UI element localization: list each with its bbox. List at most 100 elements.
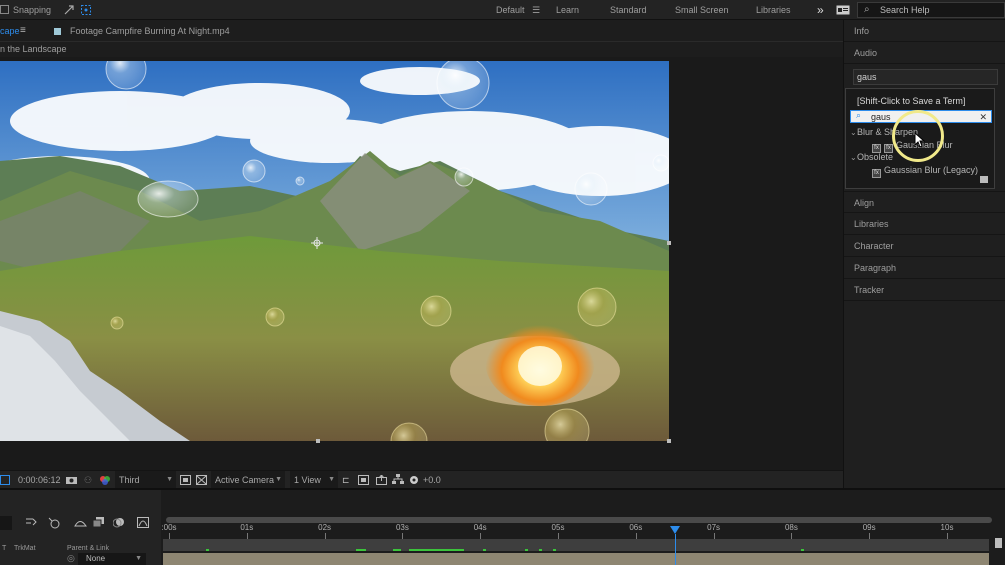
keyframe-marker[interactable]: [539, 549, 542, 551]
keyframe-marker[interactable]: [206, 549, 209, 551]
workspace-default[interactable]: Default: [496, 0, 525, 20]
effects-popup-search-value: gaus: [871, 112, 891, 122]
snapping-checkbox[interactable]: [0, 5, 9, 14]
time-ruler-label: 02s: [318, 523, 332, 532]
timeline-end-handle[interactable]: [995, 538, 1002, 548]
time-ruler-label: 07s: [707, 523, 721, 532]
parent-pickwhip-icon[interactable]: ◎: [67, 553, 75, 564]
layer-track[interactable]: [163, 553, 989, 565]
breadcrumb[interactable]: n the Landscape: [0, 42, 67, 57]
panel-info[interactable]: Info: [844, 20, 1005, 42]
effect-group-label: Obsolete: [857, 152, 894, 162]
frame-handle-right[interactable]: [667, 241, 671, 245]
workspace-standard[interactable]: Standard: [610, 0, 647, 20]
keyframe-marker[interactable]: [409, 549, 464, 551]
shy-layers-icon[interactable]: [74, 517, 87, 531]
tab-menu-icon[interactable]: ≡: [20, 20, 26, 42]
workspace-libraries[interactable]: Libraries: [756, 0, 791, 20]
search-help-label: Search Help: [880, 5, 930, 15]
workspace-small-screen[interactable]: Small Screen: [675, 0, 729, 20]
snap-target-icon[interactable]: [80, 0, 92, 20]
effect-group-obsolete[interactable]: ⌄Obsolete: [850, 151, 893, 164]
time-ruler[interactable]: :00s 01s 02s 03s 04s 05s 06s 07s 08s 09s 10s: [161, 523, 1005, 539]
toggle-pixel-aspect-icon[interactable]: ⊏: [342, 471, 350, 489]
resolution-value: Third: [119, 475, 140, 485]
camera-value: Active Camera: [215, 475, 275, 485]
chevron-down-icon: ⌄: [850, 153, 857, 162]
time-ruler-label: 06s: [629, 523, 643, 532]
effects-presets-search-field[interactable]: gaus: [853, 69, 998, 85]
fast-draft-icon[interactable]: [358, 471, 369, 489]
search-icon: ⌕: [856, 110, 862, 120]
panel-audio[interactable]: Audio: [844, 42, 1005, 64]
current-time-line: [674, 534, 676, 565]
effect-icon: fx: [872, 169, 881, 178]
panel-align[interactable]: Align: [844, 191, 1005, 213]
keyframe-marker[interactable]: [525, 549, 528, 551]
time-ruler-label: 08s: [784, 523, 798, 532]
chevron-down-icon: ⌄: [850, 128, 857, 137]
region-of-interest-icon[interactable]: [180, 471, 191, 489]
chevron-down-icon: ▼: [328, 476, 335, 483]
clear-search-icon[interactable]: ✕: [979, 111, 987, 123]
fast-preview-icon[interactable]: [0, 475, 10, 485]
keyframe-marker[interactable]: [393, 549, 401, 551]
save-term-hint: [Shift-Click to Save a Term]: [857, 96, 966, 106]
timeline-search-field[interactable]: [0, 516, 12, 530]
column-trkmat: TrkMat: [14, 545, 36, 552]
composition-tab-row: cape ≡ Footage Campfire Burning At Night…: [0, 20, 843, 42]
camera-dropdown[interactable]: Active Camera ▼: [211, 471, 285, 489]
time-ruler-label: 03s: [395, 523, 409, 532]
timeline-layer-controls: T TrkMat Parent & Link ◎ None ▼: [0, 490, 161, 565]
panel-tracker[interactable]: Tracker: [844, 279, 1005, 301]
keyframe-marker[interactable]: [553, 549, 556, 551]
keyframe-marker[interactable]: [483, 549, 486, 551]
frame-handle-bottom[interactable]: [316, 439, 320, 443]
panel-toggle-icon[interactable]: [836, 0, 850, 20]
snapshot-icon[interactable]: [65, 471, 78, 489]
parent-dropdown[interactable]: None ▼: [78, 553, 146, 565]
search-icon: ⌕: [864, 4, 870, 15]
export-frame-icon[interactable]: [376, 471, 387, 489]
color-channels-icon[interactable]: [99, 471, 111, 489]
snapping-label: Snapping: [13, 5, 52, 15]
flowchart-icon[interactable]: [392, 471, 404, 489]
workspace-learn[interactable]: Learn: [556, 0, 579, 20]
timecode-display[interactable]: 0:00:06:12: [18, 471, 61, 489]
search-help-field[interactable]: ⌕ Search Help: [857, 2, 1005, 18]
layer-track[interactable]: [163, 539, 989, 551]
composition-frame[interactable]: [0, 61, 669, 441]
draft-3d-icon[interactable]: [48, 517, 61, 532]
show-snapshot-icon[interactable]: ⚇: [84, 471, 92, 489]
tab-footage[interactable]: Footage Campfire Burning At Night.mp4: [54, 20, 230, 42]
new-bin-icon[interactable]: [980, 176, 988, 183]
resolution-dropdown[interactable]: Third ▼: [115, 471, 176, 489]
keyframe-marker[interactable]: [356, 549, 366, 551]
chevron-down-icon: ▼: [275, 476, 282, 483]
current-time-indicator[interactable]: [669, 526, 680, 534]
time-ruler-label: 01s: [240, 523, 254, 532]
effect-item-gaussian-blur-legacy[interactable]: fx Gaussian Blur (Legacy): [872, 164, 978, 178]
tab-composition[interactable]: cape: [0, 20, 20, 42]
time-ruler-label: 09s: [862, 523, 876, 532]
composition-viewer[interactable]: [0, 57, 843, 470]
graph-editor-icon[interactable]: [137, 517, 149, 531]
panel-character[interactable]: Character: [844, 235, 1005, 257]
reset-exposure-icon[interactable]: [409, 471, 419, 489]
time-ruler-label: 05s: [551, 523, 565, 532]
exposure-value[interactable]: +0.0: [423, 471, 441, 489]
frame-blending-icon[interactable]: [92, 517, 105, 531]
view-layout-dropdown[interactable]: 1 View ▼: [290, 471, 338, 489]
expand-icon[interactable]: [63, 0, 75, 20]
frame-handle-corner[interactable]: [667, 439, 671, 443]
comp-mini-flowchart-icon[interactable]: [25, 517, 37, 531]
motion-blur-icon[interactable]: [112, 517, 125, 531]
panel-paragraph[interactable]: Paragraph: [844, 257, 1005, 279]
keyframe-marker[interactable]: [801, 549, 804, 551]
transparency-grid-icon[interactable]: [196, 471, 207, 489]
workspace-overflow-icon[interactable]: »: [817, 0, 824, 20]
column-t: T: [2, 545, 7, 552]
panel-libraries[interactable]: Libraries: [844, 213, 1005, 235]
workspace-menu-icon[interactable]: ☰: [532, 0, 540, 20]
timeline-tracks[interactable]: :00s 01s 02s 03s 04s 05s 06s 07s 08s 09s 10s: [161, 490, 1005, 565]
